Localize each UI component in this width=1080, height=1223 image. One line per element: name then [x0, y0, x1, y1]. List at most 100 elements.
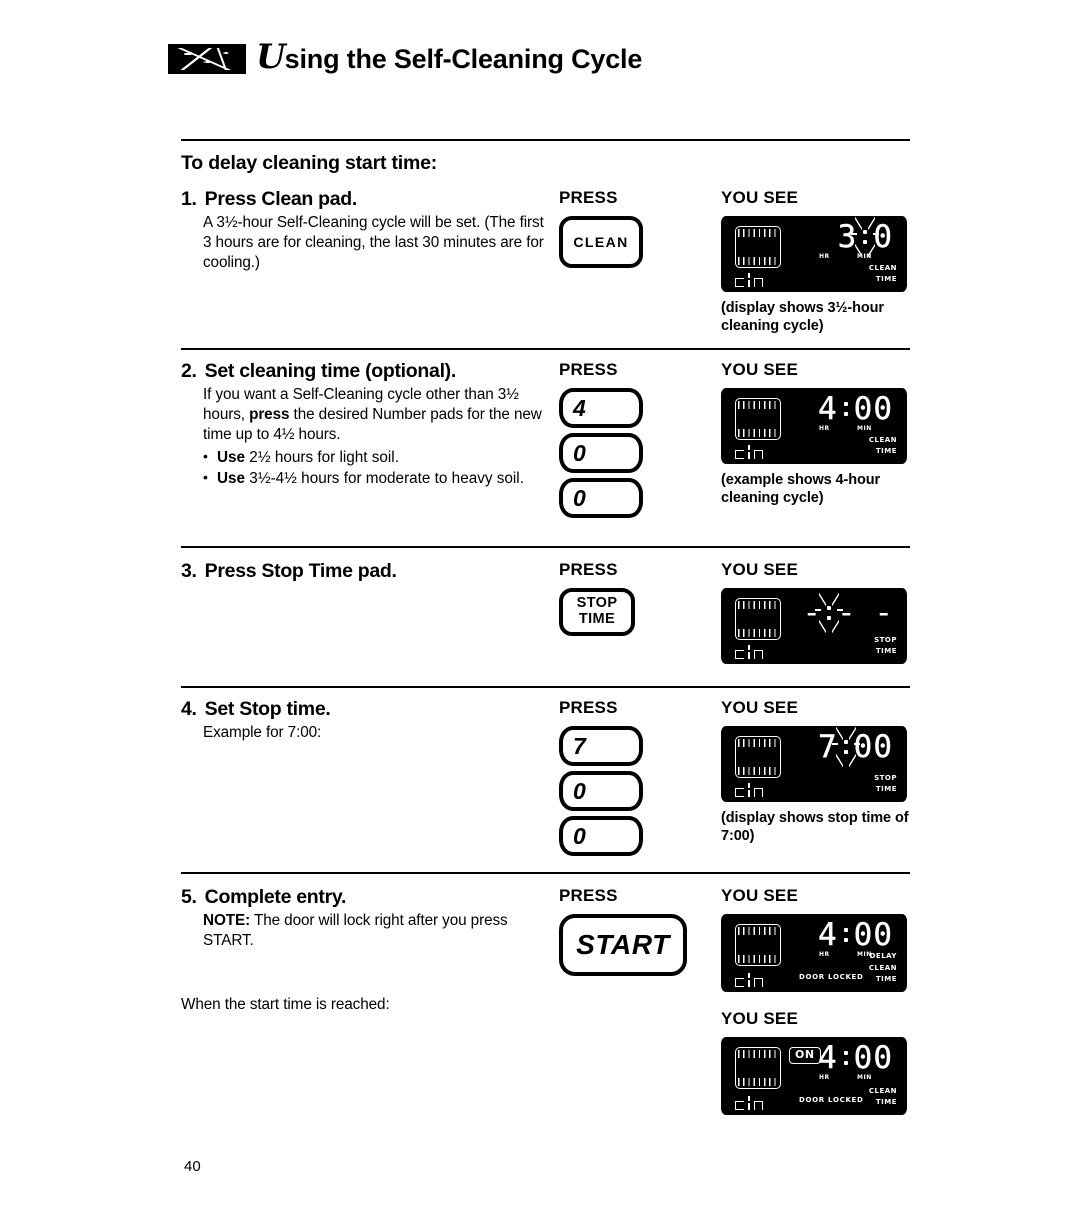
clean-pad-button[interactable]: CLEAN [559, 216, 643, 268]
step-2-bullet-list: Use 2½ hours for light soil. Use 3½-4½ h… [203, 447, 551, 489]
oven-display-step-5a: 4 00 HR MIN DOOR LOCKED DELAY CLEAN TIME [721, 914, 907, 992]
stop-time-pad-line1: STOP [576, 595, 618, 612]
time-hours-5b: 4 [818, 1040, 838, 1076]
divider-rule-3 [181, 686, 910, 688]
step-2-text: 2. Set cleaning time (optional). If you … [181, 360, 551, 489]
hr-label-1: HR [819, 252, 831, 260]
step-4-title: Set Stop time. [204, 698, 331, 720]
step-1-heading: 1. Press Clean pad. [181, 188, 551, 211]
hr-label-5a: HR [819, 950, 831, 958]
min-label-2: MIN [856, 424, 872, 432]
step-1-number: 1. [181, 188, 197, 210]
oven-display-step-3: - - - STOP TIME [721, 588, 907, 664]
stop-time-pad-button[interactable]: STOP TIME [559, 588, 635, 636]
bullet-1-rest: 2½ hours for light soil. [245, 448, 399, 466]
oven-element-icon [735, 924, 781, 966]
flashing-colon-3 [815, 593, 843, 633]
segment-c [735, 450, 744, 459]
step-1-press-column: PRESS CLEAN [559, 188, 719, 268]
step-2-caption: (example shows 4-hour cleaning cycle) [721, 472, 881, 507]
step-4-caption: (display shows stop time of 7:00) [721, 810, 909, 845]
step-2-press-column: PRESS 4 0 0 [559, 360, 719, 523]
segment-c [735, 278, 744, 287]
step-1-caption: (display shows 3½-hour cleaning cycle) [721, 300, 884, 335]
display-time-4: 7 00 [818, 727, 893, 767]
display-time-2: 4 00 [818, 391, 893, 428]
clean-segment-word-1 [735, 272, 763, 287]
page-title: sing the Self-Cleaning Cycle [284, 43, 643, 74]
press-label-2: PRESS [559, 360, 618, 379]
divider-rule-2 [181, 546, 910, 548]
number-pad-0-b[interactable]: 0 [559, 478, 643, 518]
clean-segment-word-4 [735, 782, 763, 797]
indicator-stop-time-4: STOP TIME [874, 773, 897, 794]
hr-label-5b: HR [819, 1073, 831, 1081]
press-label-1: PRESS [559, 188, 618, 207]
step-3-press-column: PRESS STOP TIME [559, 560, 719, 636]
divider-rule-top [181, 139, 910, 141]
manual-page: U sing the Self-Cleaning Cycle To delay … [0, 0, 1080, 1223]
step-1-text: 1. Press Clean pad. A 3½-hour Self-Clean… [181, 188, 551, 273]
step-4-heading: 4. Set Stop time. [181, 698, 551, 721]
segment-l [748, 973, 750, 987]
page-title-initial: U [256, 37, 286, 77]
step-4-number: 4. [181, 698, 197, 720]
step-2-title: Set cleaning time (optional). [204, 360, 457, 382]
step-5-press-column: PRESS START [559, 886, 719, 976]
segment-n [754, 1101, 763, 1110]
display-time-5a: 4 00 [818, 917, 893, 954]
oven-element-icon [735, 226, 781, 268]
oven-element-icon [735, 736, 781, 778]
flashing-colon-4 [831, 727, 860, 767]
you-see-label-4: YOU SEE [721, 698, 798, 717]
steady-colon-2 [838, 394, 854, 424]
number-pad-7[interactable]: 7 [559, 726, 643, 766]
press-label-3: PRESS [559, 560, 618, 579]
display-time-3: - - - [802, 593, 893, 633]
display-time-5b: 4 00 [818, 1040, 893, 1077]
number-pad-0-c[interactable]: 0 [559, 771, 643, 811]
step-5-number: 5. [181, 886, 197, 908]
bullet-item: Use 2½ hours for light soil. [203, 447, 551, 468]
time-minutes-5a: 00 [853, 917, 893, 953]
indicator-clean-time-2: CLEAN TIME [868, 435, 897, 456]
indicator-delay-clean-time-5a: DELAY CLEAN TIME [868, 952, 897, 984]
steady-colon-5a [838, 920, 854, 950]
time-minutes-2: 00 [853, 391, 893, 427]
start-pad-button[interactable]: START [559, 914, 687, 976]
number-pad-0-a[interactable]: 0 [559, 433, 643, 473]
step-1-title: Press Clean pad. [204, 188, 358, 210]
segment-n [754, 650, 763, 659]
number-pad-4[interactable]: 4 [559, 388, 643, 428]
clean-segment-word-2 [735, 444, 763, 459]
min-label-1: MIN [856, 252, 872, 260]
segment-l [748, 273, 750, 287]
time-minutes-4: 00 [853, 729, 893, 765]
step-3-heading: 3. Press Stop Time pad. [181, 560, 551, 583]
step-5-text: 5. Complete entry. NOTE: The door will l… [181, 886, 551, 1015]
stop-time-pad-line2: TIME [578, 611, 616, 627]
step-5-followup: When the start time is reached: [181, 995, 390, 1013]
segment-c [735, 788, 744, 797]
step-1-body: A 3½-hour Self-Cleaning cycle will be se… [203, 214, 544, 271]
you-see-label-3: YOU SEE [721, 560, 798, 579]
segment-c [735, 1101, 744, 1110]
step-4-text: 4. Set Stop time. Example for 7:00: [181, 698, 551, 743]
clean-segment-word-3 [735, 644, 763, 659]
oven-display-step-4: 7 00 STOP TIME [721, 726, 907, 802]
step-5-heading: 5. Complete entry. [181, 886, 551, 909]
hr-label-2: HR [819, 424, 831, 432]
segment-n [754, 278, 763, 287]
number-pad-0-d[interactable]: 0 [559, 816, 643, 856]
segment-n [754, 450, 763, 459]
step-2-number: 2. [181, 360, 197, 382]
segment-n [754, 978, 763, 987]
min-label-5b: MIN [856, 1073, 872, 1081]
bullet-item: Use 3½-4½ hours for moderate to heavy so… [203, 468, 551, 489]
step-3-number: 3. [181, 560, 197, 582]
step-3-title: Press Stop Time pad. [204, 560, 397, 582]
indicator-clean-time-1: CLEAN TIME [868, 263, 897, 284]
segment-l [748, 783, 750, 797]
step-5-note-label: NOTE: [203, 912, 251, 929]
oven-display-step-5b: ON 4 00 HR MIN DOOR LOCKED CLEAN TIME [721, 1037, 907, 1115]
